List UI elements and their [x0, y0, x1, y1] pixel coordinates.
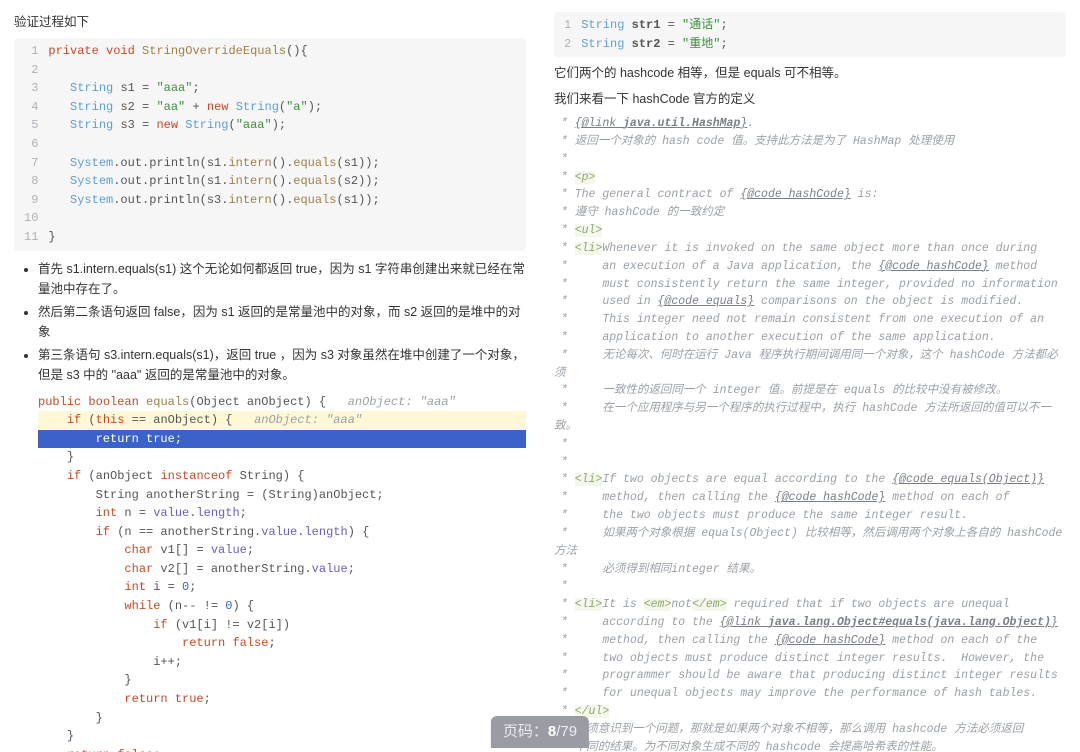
- explain-list: 首先 s1.intern.equals(s1) 这个无论如何都返回 true，因…: [14, 259, 526, 385]
- code-block-2: public boolean equals(Object anObject) {…: [38, 393, 526, 752]
- code-body: private void StringOverrideEquals(){ Str…: [44, 38, 526, 251]
- paragraph: 它们两个的 hashcode 相等，但是 equals 可不相等。: [554, 63, 1066, 83]
- intro-text: 验证过程如下: [14, 12, 526, 32]
- list-item: 首先 s1.intern.equals(s1) 这个无论如何都返回 true，因…: [38, 259, 526, 299]
- right-column: 1 2 String str1 = "通话"; String str2 = "重…: [540, 0, 1080, 752]
- page-indicator: 页码：8/79: [491, 716, 589, 748]
- code-block-1: 1 2 3 4 5 6 7 8 9 10 11 private void Str…: [14, 38, 526, 251]
- code-gutter: 1 2: [554, 12, 577, 57]
- javadoc-block: * {@link java.util.HashMap}. * 返回一个对象的 h…: [554, 115, 1066, 752]
- page-label: 页码：: [503, 723, 548, 740]
- code-block-3: 1 2 String str1 = "通话"; String str2 = "重…: [554, 12, 1066, 57]
- left-column: 验证过程如下 1 2 3 4 5 6 7 8 9 10 11 private v…: [0, 0, 540, 752]
- list-item: 第三条语句 s3.intern.equals(s1)，返回 true ，因为 s…: [38, 345, 526, 385]
- page-total: /79: [556, 723, 577, 740]
- paragraph: 我们来看一下 hashCode 官方的定义: [554, 89, 1066, 109]
- code-gutter: 1 2 3 4 5 6 7 8 9 10 11: [14, 38, 44, 251]
- list-item: 然后第二条语句返回 false，因为 s1 返回的是常量池中的对象，而 s2 返…: [38, 302, 526, 342]
- code-body: String str1 = "通话"; String str2 = "重地";: [577, 12, 1066, 57]
